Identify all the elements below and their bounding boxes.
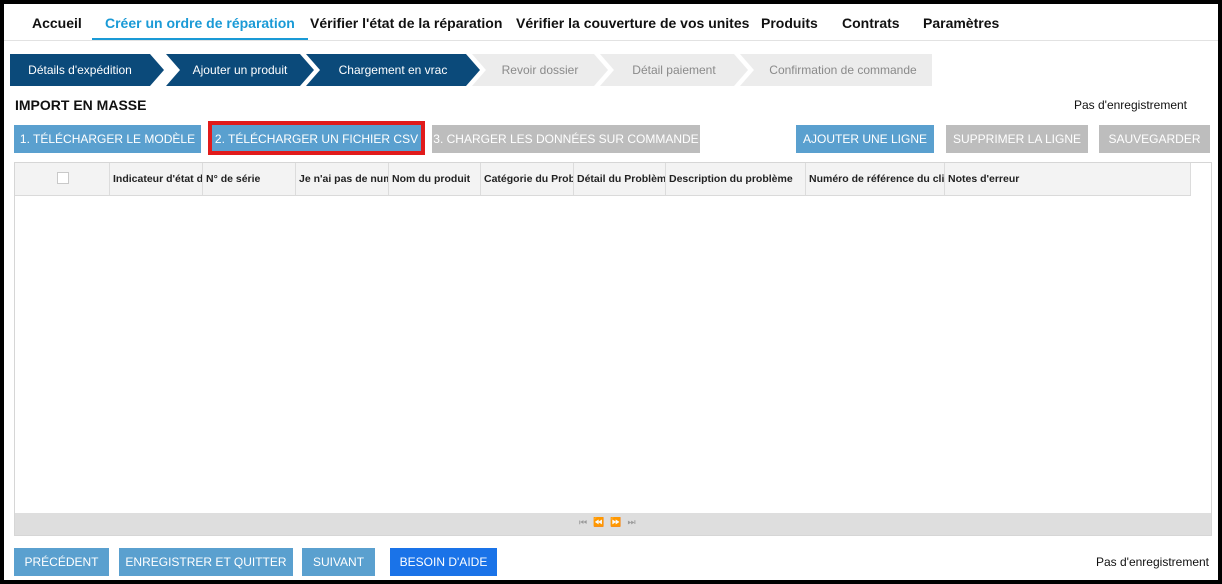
step-label: Ajouter un produit <box>192 63 288 77</box>
bulk-import-grid: Indicateur d'état du produit N° de série… <box>14 162 1212 536</box>
previous-button[interactable]: PRÉCÉDENT <box>14 548 109 576</box>
column-header[interactable]: Indicateur d'état du produit <box>110 163 203 195</box>
page-title: IMPORT EN MASSE <box>15 97 147 113</box>
record-status: Pas d'enregistrement <box>1073 98 1187 112</box>
column-header[interactable]: Description du problème <box>666 163 806 195</box>
nav-check-repair-status[interactable]: Vérifier l'état de la réparation <box>310 4 502 38</box>
column-header[interactable]: Détail du Problème <box>574 163 666 195</box>
prev-page-icon[interactable]: ⏪ <box>593 517 610 527</box>
grid-header: Indicateur d'état du produit N° de série… <box>15 163 1191 196</box>
record-status-bottom: Pas d'enregistrement <box>1095 555 1209 569</box>
select-all-checkbox[interactable] <box>57 172 69 184</box>
add-row-button[interactable]: AJOUTER UNE LIGNE <box>796 125 934 153</box>
step-payment-detail: Détail paiement <box>600 54 748 86</box>
last-page-icon[interactable]: ⏭ <box>628 517 642 527</box>
top-navigation: Accueil Créer un ordre de réparation Vér… <box>4 4 1218 41</box>
next-page-icon[interactable]: ⏩ <box>610 517 627 527</box>
highlight-box <box>208 121 425 155</box>
step-shipping-details[interactable]: Détails d'expédition <box>10 54 164 86</box>
column-header[interactable]: Numéro de référence du client <box>806 163 945 195</box>
app-window: Accueil Créer un ordre de réparation Vér… <box>0 0 1222 584</box>
column-header[interactable]: Notes d'erreur <box>945 163 1191 195</box>
nav-contracts[interactable]: Contrats <box>842 4 900 38</box>
nav-settings[interactable]: Paramètres <box>923 4 999 38</box>
help-button[interactable]: BESOIN D'AIDE <box>390 548 497 576</box>
step-label: Revoir dossier <box>501 63 579 77</box>
step-add-product[interactable]: Ajouter un produit <box>166 54 314 86</box>
step-review-file: Revoir dossier <box>472 54 608 86</box>
column-header[interactable]: N° de série <box>203 163 296 195</box>
first-page-icon[interactable]: ⏮ <box>579 517 593 527</box>
save-and-quit-button[interactable]: ENREGISTRER ET QUITTER <box>119 548 293 576</box>
step-label: Détails d'expédition <box>28 63 132 77</box>
nav-check-coverage[interactable]: Vérifier la couverture de vos unites <box>516 4 749 38</box>
next-button[interactable]: SUIVANT <box>302 548 375 576</box>
save-button[interactable]: SAUVEGARDER <box>1099 125 1210 153</box>
nav-accueil[interactable]: Accueil <box>32 4 82 38</box>
nav-products[interactable]: Produits <box>761 4 818 38</box>
select-all-column <box>15 163 110 195</box>
download-template-button[interactable]: 1. TÉLÉCHARGER LE MODÈLE <box>14 125 201 153</box>
step-label: Chargement en vrac <box>338 63 448 77</box>
delete-row-button[interactable]: SUPPRIMER LA LIGNE <box>946 125 1088 153</box>
step-label: Confirmation de commande <box>769 63 917 77</box>
step-bulk-upload[interactable]: Chargement en vrac <box>306 54 480 86</box>
column-header[interactable]: Nom du produit <box>389 163 481 195</box>
step-order-confirmation: Confirmation de commande <box>740 54 932 86</box>
grid-pager: ⏮⏪⏩⏭ <box>15 513 1211 535</box>
load-data-button[interactable]: 3. CHARGER LES DONNÉES SUR COMMANDE <box>432 125 700 153</box>
column-header[interactable]: Je n'ai pas de numéro de série <box>296 163 389 195</box>
column-header[interactable]: Catégorie du Problème <box>481 163 574 195</box>
nav-create-repair-order[interactable]: Créer un ordre de réparation <box>92 4 308 40</box>
step-label: Détail paiement <box>632 63 716 77</box>
